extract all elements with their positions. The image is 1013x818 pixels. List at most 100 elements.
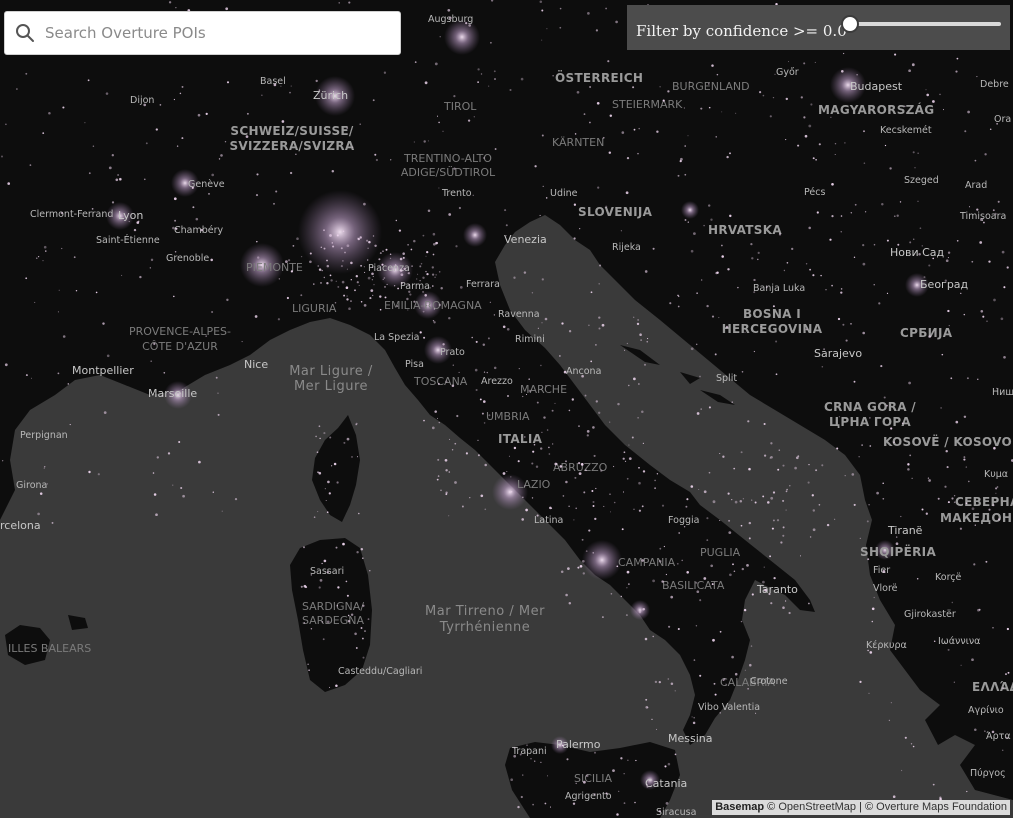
poi-dot xyxy=(721,255,724,258)
poi-dot xyxy=(480,494,484,498)
poi-dot xyxy=(661,504,665,507)
poi-dot xyxy=(695,343,698,346)
poi-dot xyxy=(108,166,112,170)
poi-dot xyxy=(61,247,63,250)
poi-dot xyxy=(530,758,532,760)
poi-dot xyxy=(883,396,886,399)
poi-dot xyxy=(161,395,163,397)
poi-dot xyxy=(327,480,330,484)
poi-dot xyxy=(714,693,717,696)
poi-dot xyxy=(803,116,806,119)
poi-dot xyxy=(871,607,875,611)
poi-dot xyxy=(409,293,412,296)
poi-dot xyxy=(706,517,709,520)
poi-dot xyxy=(808,226,811,230)
poi-dot xyxy=(719,452,721,455)
poi-dot xyxy=(465,21,468,25)
poi-dot xyxy=(359,236,362,239)
search-input[interactable] xyxy=(45,13,400,53)
poi-dot xyxy=(785,509,787,511)
poi-dot xyxy=(656,473,659,475)
poi-dot xyxy=(540,761,542,764)
confidence-slider-thumb[interactable] xyxy=(841,15,859,33)
overture-attribution-link[interactable]: Overture Maps Foundation xyxy=(876,801,1007,813)
poi-dot xyxy=(787,61,790,63)
poi-dot xyxy=(716,73,719,76)
confidence-slider-track[interactable] xyxy=(849,22,1001,26)
poi-dot xyxy=(368,240,371,244)
poi-dot xyxy=(363,202,366,206)
poi-dot xyxy=(432,320,435,322)
poi-dot xyxy=(384,285,386,288)
poi-dot xyxy=(343,294,346,297)
poi-dot xyxy=(863,162,866,164)
map-attribution: Basemap © OpenStreetMap | © Overture Map… xyxy=(712,800,1010,815)
poi-dot xyxy=(587,12,590,15)
poi-dot xyxy=(715,136,717,138)
poi-dot xyxy=(716,271,719,274)
poi-dot xyxy=(488,414,491,417)
poi-dot xyxy=(326,282,329,285)
map-label: Montpellier xyxy=(72,364,134,377)
poi-dot xyxy=(513,446,517,450)
poi-dot xyxy=(925,512,928,515)
poi-dot xyxy=(595,29,599,32)
poi-dot xyxy=(917,152,919,154)
poi-dot xyxy=(932,257,935,260)
poi-dot xyxy=(328,686,331,688)
poi-dot xyxy=(562,495,565,497)
poi-dot xyxy=(506,327,510,331)
poi-dot xyxy=(626,156,630,160)
poi-dot xyxy=(453,167,456,170)
poi-dot xyxy=(683,526,686,528)
poi-dot xyxy=(976,76,978,78)
poi-dot xyxy=(803,62,806,65)
poi-dot xyxy=(402,252,405,255)
poi-dot xyxy=(916,577,919,580)
poi-dot xyxy=(862,243,865,247)
poi-dot xyxy=(221,510,223,512)
search-box[interactable] xyxy=(4,11,401,55)
poi-dot xyxy=(770,602,773,605)
poi-dot xyxy=(427,209,431,212)
osm-attribution-link[interactable]: OpenStreetMap xyxy=(778,801,856,813)
poi-dot xyxy=(117,174,119,176)
poi-dot xyxy=(534,165,537,168)
poi-dot xyxy=(960,664,962,666)
poi-dot xyxy=(2,460,4,462)
poi-dot xyxy=(1001,749,1004,752)
poi-dot xyxy=(933,640,936,643)
poi-dot xyxy=(744,331,746,333)
map-label: Ferrara xyxy=(466,279,500,290)
poi-dot xyxy=(652,635,654,638)
poi-dot xyxy=(429,287,431,289)
map-label: Београд xyxy=(920,278,969,291)
poi-dot xyxy=(226,81,230,84)
poi-dot xyxy=(623,773,625,775)
poi-dot xyxy=(886,292,889,295)
map-canvas[interactable]: ÖSTERREICH MAGYARORSZÁG SLOVENIJA HRVATS… xyxy=(0,0,1013,818)
map-label: ÖSTERREICH xyxy=(555,70,643,85)
poi-dot xyxy=(261,94,263,96)
poi-dot xyxy=(945,259,949,263)
poi-dot xyxy=(963,456,966,459)
poi-dot xyxy=(326,620,330,624)
map-label: Ravenna xyxy=(498,309,540,320)
poi-dot xyxy=(909,241,912,244)
poi-dot xyxy=(641,410,644,413)
poi-dot xyxy=(764,588,767,592)
poi-dot xyxy=(831,182,834,186)
poi-dot xyxy=(526,744,528,746)
poi-dot xyxy=(907,468,910,471)
poi-dot xyxy=(625,191,629,195)
poi-dot xyxy=(829,238,832,241)
poi-dot xyxy=(75,289,78,292)
poi-dot xyxy=(490,41,492,44)
map-label: Saint-Étienne xyxy=(96,234,160,246)
poi-dot xyxy=(350,261,353,265)
poi-dot xyxy=(346,268,348,270)
basemap-svg[interactable]: ÖSTERREICH MAGYARORSZÁG SLOVENIJA HRVATS… xyxy=(0,0,1013,818)
poi-dot xyxy=(964,130,967,133)
poi-dot xyxy=(360,547,364,551)
poi-dot xyxy=(701,279,703,281)
